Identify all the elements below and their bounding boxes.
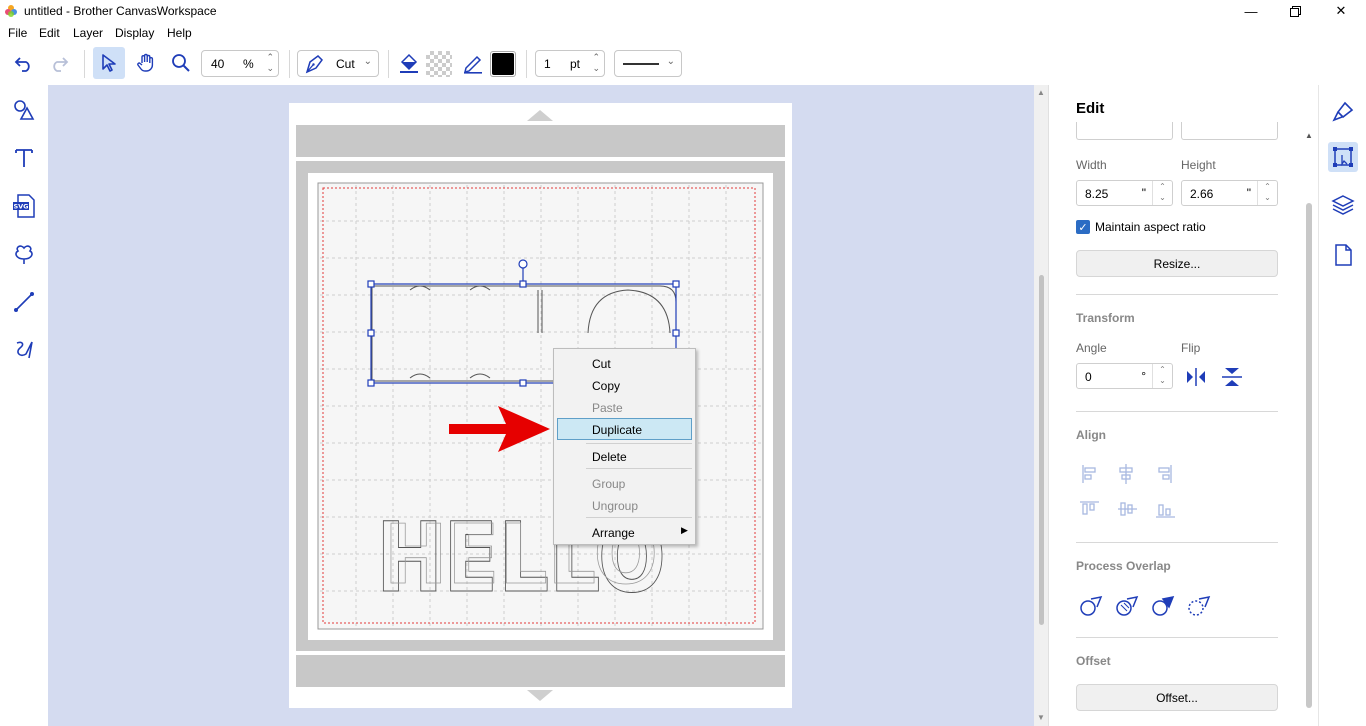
layers-icon [1331, 195, 1355, 215]
weld-icon [1080, 595, 1103, 616]
page-icon [1335, 244, 1352, 266]
panel-divider [1076, 542, 1278, 543]
transform-heading: Transform [1076, 311, 1135, 325]
align-middle-icon [1118, 502, 1137, 516]
angle-field[interactable]: 0 ° ⌃ ⌄ [1076, 363, 1173, 389]
menu-item-copy[interactable]: Copy [557, 375, 692, 396]
offset-button[interactable]: Offset... [1076, 684, 1278, 711]
panel-divider [1076, 411, 1278, 412]
process-overlap-buttons[interactable] [1079, 593, 1219, 619]
menu-item-group[interactable]: Group [557, 473, 692, 494]
height-field[interactable]: 2.66 " ⌃ ⌄ [1181, 180, 1278, 206]
right-panel-tabs [1318, 85, 1366, 726]
width-label: Width [1076, 158, 1107, 172]
panel-divider [1076, 294, 1278, 295]
intersect-icon [1188, 595, 1211, 616]
flip-vertical-icon [1222, 368, 1242, 386]
scroll-up-icon[interactable]: ▲ [1037, 88, 1045, 97]
align-heading: Align [1076, 428, 1106, 442]
flip-label: Flip [1181, 341, 1201, 355]
menu-separator [586, 468, 692, 469]
align-top-icon [1080, 501, 1099, 515]
height-spin-arrows: ⌃ ⌄ [1257, 181, 1277, 205]
x-position-field[interactable] [1076, 122, 1173, 140]
flip-horizontal-button[interactable] [1185, 367, 1207, 390]
flip-vertical-button[interactable] [1221, 367, 1243, 390]
y-position-field[interactable] [1181, 122, 1278, 140]
menu-item-duplicate[interactable]: Duplicate [557, 418, 692, 440]
menu-item-arrange[interactable]: Arrange ▶ [557, 522, 692, 543]
align-left-icon [1082, 465, 1096, 483]
offset-heading: Offset [1076, 654, 1111, 668]
submenu-arrow-icon: ▶ [681, 525, 688, 535]
edit-panel: Edit Width Height 8.25 " ⌃ ⌄ 2.66 " ⌃ ⌄ ✓ Ma… [1048, 85, 1318, 726]
overlap-icon [1116, 595, 1139, 616]
tab-settings[interactable] [1328, 97, 1358, 127]
minimize-button[interactable]: — [1228, 0, 1274, 22]
menu-separator [586, 443, 692, 444]
menu-separator [586, 517, 692, 518]
align-buttons-group[interactable] [1079, 463, 1229, 523]
flip-horizontal-icon [1187, 368, 1205, 386]
restore-icon [1289, 5, 1301, 17]
panel-scroll-up-icon[interactable]: ▲ [1305, 131, 1313, 140]
menu-item-cut[interactable]: Cut [557, 353, 692, 374]
resize-button[interactable]: Resize... [1076, 250, 1278, 277]
transform-box-icon [1333, 147, 1353, 167]
align-bottom-icon [1156, 504, 1175, 518]
scroll-down-icon[interactable]: ▼ [1037, 713, 1045, 722]
panel-title: Edit [1076, 100, 1105, 117]
panel-scrollbar-thumb[interactable] [1306, 203, 1312, 708]
menu-item-paste[interactable]: Paste [557, 397, 692, 418]
tab-layers[interactable] [1328, 190, 1358, 220]
menu-item-ungroup[interactable]: Ungroup [557, 495, 692, 516]
align-center-icon [1119, 464, 1133, 484]
tab-edit[interactable] [1328, 142, 1358, 172]
angle-spin-arrows: ⌃ ⌄ [1152, 364, 1172, 388]
width-spin-arrows: ⌃ ⌄ [1152, 181, 1172, 205]
canvas-vertical-scrollbar[interactable]: ▲ ▼ [1034, 85, 1048, 726]
close-button[interactable]: ✕ [1318, 0, 1364, 22]
width-field[interactable]: 8.25 " ⌃ ⌄ [1076, 180, 1173, 206]
maintain-aspect-label: Maintain aspect ratio [1095, 220, 1206, 234]
cutting-mat[interactable]: HELLO HELLO [0, 0, 1034, 726]
angle-label: Angle [1076, 341, 1107, 355]
subtract-icon [1152, 595, 1175, 616]
brush-icon [1332, 101, 1354, 122]
tab-page[interactable] [1328, 240, 1358, 270]
maintain-aspect-checkbox[interactable]: ✓ [1076, 220, 1090, 234]
process-overlap-heading: Process Overlap [1076, 559, 1171, 573]
panel-divider [1076, 637, 1278, 638]
menu-item-delete[interactable]: Delete [557, 446, 692, 467]
height-label: Height [1181, 158, 1216, 172]
scrollbar-thumb[interactable] [1039, 275, 1044, 625]
restore-button[interactable] [1272, 0, 1318, 22]
context-menu: Cut Copy Paste Duplicate Delete Group Un… [553, 348, 696, 545]
align-right-icon [1158, 465, 1172, 483]
